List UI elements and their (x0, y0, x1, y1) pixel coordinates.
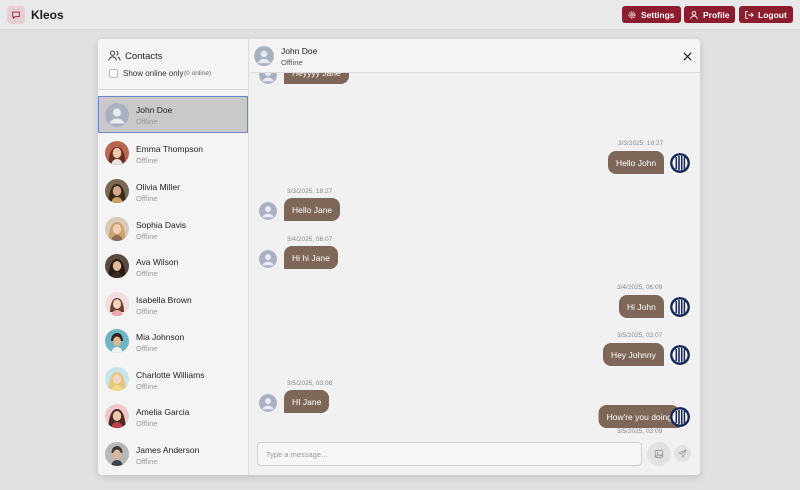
message-bubble: HI Jane (284, 390, 330, 413)
contact-status: Offline (136, 419, 158, 428)
default-avatar-icon (259, 73, 277, 84)
message-timestamp: 3/4/2025, 06:07 (287, 236, 333, 243)
contact-status: Offline (136, 307, 158, 316)
settings-button[interactable]: Settings (622, 6, 681, 23)
user-avatar (670, 345, 690, 365)
contacts-title: Contacts (125, 51, 163, 62)
contact-status: Offline (136, 156, 158, 165)
message-list[interactable]: Heyyyy Jane 3/3/2025, 18:27 Hello John 3… (249, 73, 700, 439)
show-online-label[interactable]: Show online only (123, 69, 183, 78)
contact-item[interactable]: Charlotte Williams Offline (98, 361, 248, 398)
contact-name: Mia Johnson (136, 332, 185, 342)
message-input[interactable] (257, 442, 642, 466)
contact-name: Isabella Brown (136, 295, 192, 305)
avatar (105, 254, 129, 278)
default-avatar-icon (259, 250, 277, 268)
message-timestamp: 3/3/2025, 18:27 (618, 140, 664, 147)
contact-item[interactable]: Sophia Davis Offline (98, 211, 248, 248)
contact-item[interactable]: Mia Johnson Offline (98, 323, 248, 360)
message-bubble: Hi hi Jane (284, 246, 338, 269)
avatar (105, 292, 129, 316)
message-composer (249, 439, 700, 475)
message-timestamp: 3/5/2025, 03:08 (287, 380, 333, 387)
contact-name: Amelia Garcia (136, 407, 190, 417)
contact-item[interactable]: Amelia Garcia Offline (98, 398, 248, 435)
contact-name: Emma Thompson (136, 144, 203, 154)
contacts-panel: Contacts Show online only (0 online) Joh… (98, 39, 249, 475)
chat-panel: John Doe Offline Heyyyy Jane 3/3/2025, 1… (249, 39, 700, 475)
message-timestamp: 3/4/2025, 06:09 (617, 284, 663, 291)
avatar (105, 329, 129, 353)
message-bubble: Hi John (619, 295, 664, 318)
logout-button[interactable]: Logout (739, 6, 793, 23)
user-avatar (670, 407, 690, 427)
message-timestamp: 3/5/2025, 03:07 (617, 332, 663, 339)
contact-name: Charlotte Williams (136, 370, 205, 380)
user-avatar (670, 297, 690, 317)
avatar (105, 442, 129, 466)
message-bubble: Hey Johnny (603, 343, 664, 366)
settings-label: Settings (641, 9, 675, 20)
contact-name: Olivia Miller (136, 182, 180, 192)
contact-item[interactable]: James Anderson Offline (98, 436, 248, 473)
message-timestamp: 3/3/2025, 18:27 (287, 188, 333, 195)
contact-status: Offline (136, 269, 158, 278)
message-timestamp: 3/5/2025, 03:09 (617, 428, 663, 435)
send-icon (678, 449, 687, 458)
contact-item[interactable]: Isabella Brown Offline (98, 286, 248, 323)
chat-window: Contacts Show online only (0 online) Joh… (98, 39, 700, 475)
message-bubble: How're you doing (598, 405, 680, 428)
contact-status: Offline (136, 117, 158, 126)
message-bubble: Hello John (608, 151, 665, 174)
default-avatar-icon (105, 103, 129, 127)
contact-status: Offline (136, 382, 158, 391)
show-online-checkbox[interactable] (109, 69, 118, 78)
contact-item[interactable]: Ava Wilson Offline (98, 248, 248, 285)
contacts-header: Contacts Show online only (0 online) (98, 39, 248, 90)
attach-image-button[interactable] (647, 442, 671, 466)
chat-contact-name: John Doe (281, 46, 318, 56)
contact-name: James Anderson (136, 445, 200, 455)
contact-item[interactable]: John Doe Offline (98, 96, 248, 133)
users-icon (108, 50, 121, 61)
chat-contact-status: Offline (281, 58, 303, 67)
contact-status: Offline (136, 232, 158, 241)
message-bubble: Hello Jane (284, 198, 341, 221)
contact-item[interactable]: Emma Thompson Offline (98, 135, 248, 172)
contact-name: Ava Wilson (136, 257, 179, 267)
profile-button[interactable]: Profile (684, 6, 736, 23)
logout-icon (745, 10, 754, 19)
message-bubble: Heyyyy Jane (284, 73, 349, 84)
avatar (105, 141, 129, 165)
contact-name: Sophia Davis (136, 220, 187, 230)
top-bar: Kleos Settings Profile Logout (0, 0, 800, 30)
image-icon (654, 450, 664, 458)
chat-header: John Doe Offline (249, 39, 700, 73)
contact-status: Offline (136, 194, 158, 203)
contact-name: John Doe (136, 105, 173, 115)
default-avatar-icon (259, 202, 277, 220)
gear-icon (628, 11, 636, 18)
chat-logo-icon (7, 6, 25, 24)
contact-item[interactable]: Olivia Miller Offline (98, 173, 248, 210)
avatar (105, 179, 129, 203)
close-icon[interactable] (682, 51, 693, 62)
profile-label: Profile (703, 9, 730, 20)
default-avatar-icon (254, 46, 274, 66)
contact-status: Offline (136, 344, 158, 353)
user-icon (690, 10, 698, 19)
send-button[interactable] (674, 445, 691, 462)
avatar (105, 367, 129, 391)
logout-label: Logout (758, 9, 787, 20)
app-title: Kleos (31, 8, 64, 22)
user-avatar (670, 153, 690, 173)
avatar (105, 217, 129, 241)
online-count: (0 online) (184, 70, 212, 77)
contact-status: Offline (136, 457, 158, 466)
avatar (105, 404, 129, 428)
default-avatar-icon (259, 394, 277, 412)
